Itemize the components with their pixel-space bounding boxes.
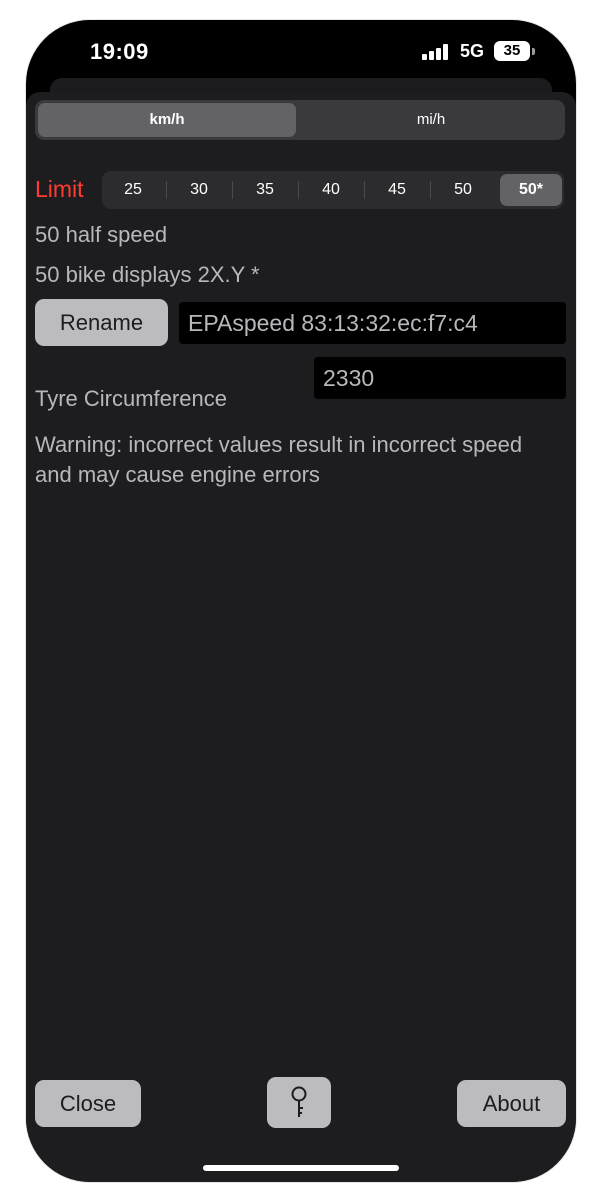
units-option-mih[interactable]: mi/h xyxy=(300,103,562,137)
limit-option-40[interactable]: 40 xyxy=(300,174,362,206)
battery-icon: 35 xyxy=(494,41,530,61)
warning-text: Warning: incorrect values result in inco… xyxy=(35,432,523,487)
limit-separator xyxy=(364,181,365,199)
info-half-speed: 50 half speed xyxy=(35,222,168,247)
limit-separator xyxy=(232,181,233,199)
info-bike-display: 50 bike displays 2X.Y * xyxy=(35,262,260,287)
key-button[interactable] xyxy=(267,1077,331,1128)
battery-level: 35 xyxy=(503,42,521,59)
device-name-field[interactable]: EPAspeed 83:13:32:ec:f7:c4 xyxy=(179,302,566,344)
cellular-signal-icon xyxy=(422,44,448,60)
limit-separator xyxy=(430,181,431,199)
limit-option-50-star[interactable]: 50* xyxy=(500,174,562,206)
units-segmented-control: km/h mi/h xyxy=(35,100,565,140)
limit-option-45[interactable]: 45 xyxy=(366,174,428,206)
limit-option-50[interactable]: 50 xyxy=(432,174,494,206)
network-type: 5G xyxy=(460,41,485,61)
about-button[interactable]: About xyxy=(457,1080,566,1127)
key-icon xyxy=(291,1086,307,1117)
limit-separator xyxy=(166,181,167,199)
limit-segmented-control: 25 30 35 40 45 50 50* xyxy=(102,171,564,209)
close-button[interactable]: Close xyxy=(35,1080,141,1127)
limit-label: Limit xyxy=(35,176,84,202)
tyre-circumference-label: Tyre Circumference xyxy=(35,386,227,411)
limit-separator xyxy=(298,181,299,199)
limit-option-30[interactable]: 30 xyxy=(168,174,230,206)
status-time: 19:09 xyxy=(90,39,149,64)
tyre-circumference-field[interactable]: 2330 xyxy=(314,357,566,399)
settings-sheet: km/h mi/h Limit 25 30 35 40 45 50 50* 50… xyxy=(26,92,576,1182)
home-indicator[interactable] xyxy=(203,1165,399,1171)
limit-option-25[interactable]: 25 xyxy=(102,174,164,206)
rename-button[interactable]: Rename xyxy=(35,299,168,346)
phone-frame: 19:09 5G 35 km/h mi/h Limit 25 30 35 40 xyxy=(26,20,576,1182)
battery-tip xyxy=(532,48,535,55)
limit-option-35[interactable]: 35 xyxy=(234,174,296,206)
units-option-kmh[interactable]: km/h xyxy=(38,103,296,137)
